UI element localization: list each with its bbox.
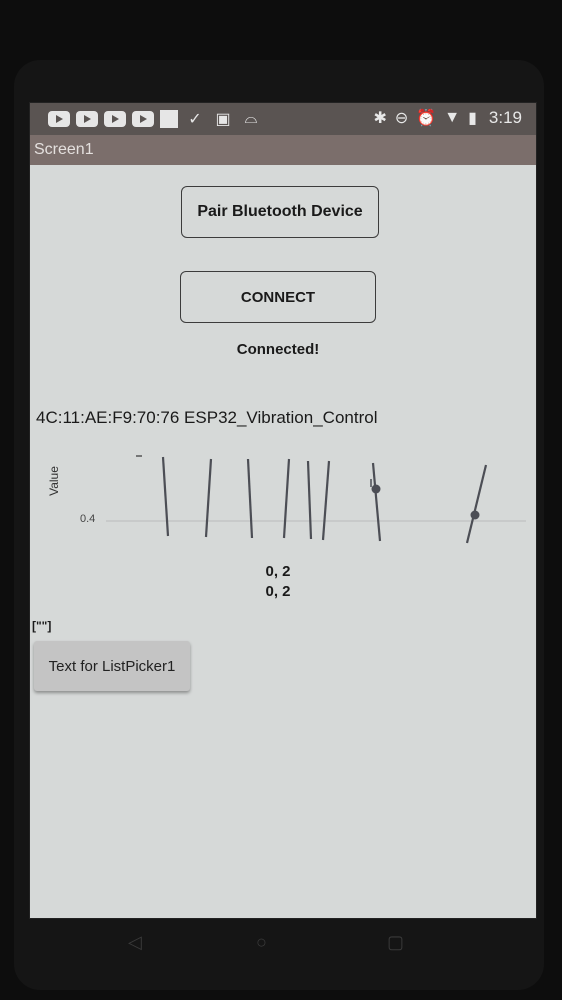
do-not-disturb-icon: ⊖: [394, 110, 409, 127]
wifi-icon: ▼: [444, 109, 461, 126]
value-chart: Value 0.4: [47, 455, 526, 544]
check-icon: ✓: [188, 111, 202, 128]
signal-point-1: [371, 484, 381, 494]
device-label: 4C:11:AE:F9:70:76 ESP32_Vibration_Contro…: [36, 408, 378, 427]
youtube-icon: [104, 111, 126, 127]
youtube-icon: [76, 111, 98, 127]
signal-line-2: [204, 458, 213, 538]
battery-icon: ▮: [468, 110, 477, 127]
connection-status: Connected!: [236, 341, 320, 358]
signal-line-7: [371, 462, 382, 542]
youtube-icon: [132, 111, 154, 127]
pair-bluetooth-button[interactable]: Pair Bluetooth Device: [181, 186, 379, 238]
clock: 3:19: [488, 108, 522, 127]
navigation-bar: ◁ ○ ▢: [30, 918, 536, 968]
value-readout-1: 0, 2: [265, 563, 291, 580]
app-screen: ✓ ▣ ⌓ ✱ ⊖ ⏰ ▼ ▮ 3:19 Screen1 Pair Blueto…: [30, 103, 536, 918]
image-placeholder-icon: [160, 110, 178, 128]
list-picker-button[interactable]: Text for ListPicker1: [34, 641, 190, 691]
back-icon[interactable]: ◁: [128, 932, 142, 953]
signal-line-3: [246, 458, 254, 539]
alarm-icon: ⏰: [416, 110, 437, 127]
signal-point-2: [470, 510, 480, 520]
app-title: Screen1: [34, 141, 94, 158]
photo-icon: ▣: [215, 111, 231, 128]
app-title-bar: Screen1: [30, 135, 536, 165]
youtube-icon: [48, 111, 70, 127]
status-bar: ✓ ▣ ⌓ ✱ ⊖ ⏰ ▼ ▮ 3:19: [30, 103, 536, 135]
y-tick-label: 0.4: [80, 513, 95, 525]
signal-line-8: [465, 464, 488, 544]
signal-line-5: [306, 460, 313, 540]
signal-line-6: [321, 460, 331, 541]
recent-apps-icon[interactable]: ▢: [387, 932, 404, 953]
y-axis-label: Value: [47, 466, 61, 496]
value-readout-2: 0, 2: [265, 583, 291, 600]
bluetooth-icon: ✱: [373, 110, 387, 127]
list-label: [""]: [32, 619, 52, 633]
signal-line-4: [282, 458, 291, 539]
home-icon[interactable]: ○: [256, 932, 267, 953]
connect-button[interactable]: CONNECT: [180, 271, 376, 323]
cloud-icon: ⌓: [244, 110, 258, 127]
signal-line-1: [161, 456, 170, 537]
